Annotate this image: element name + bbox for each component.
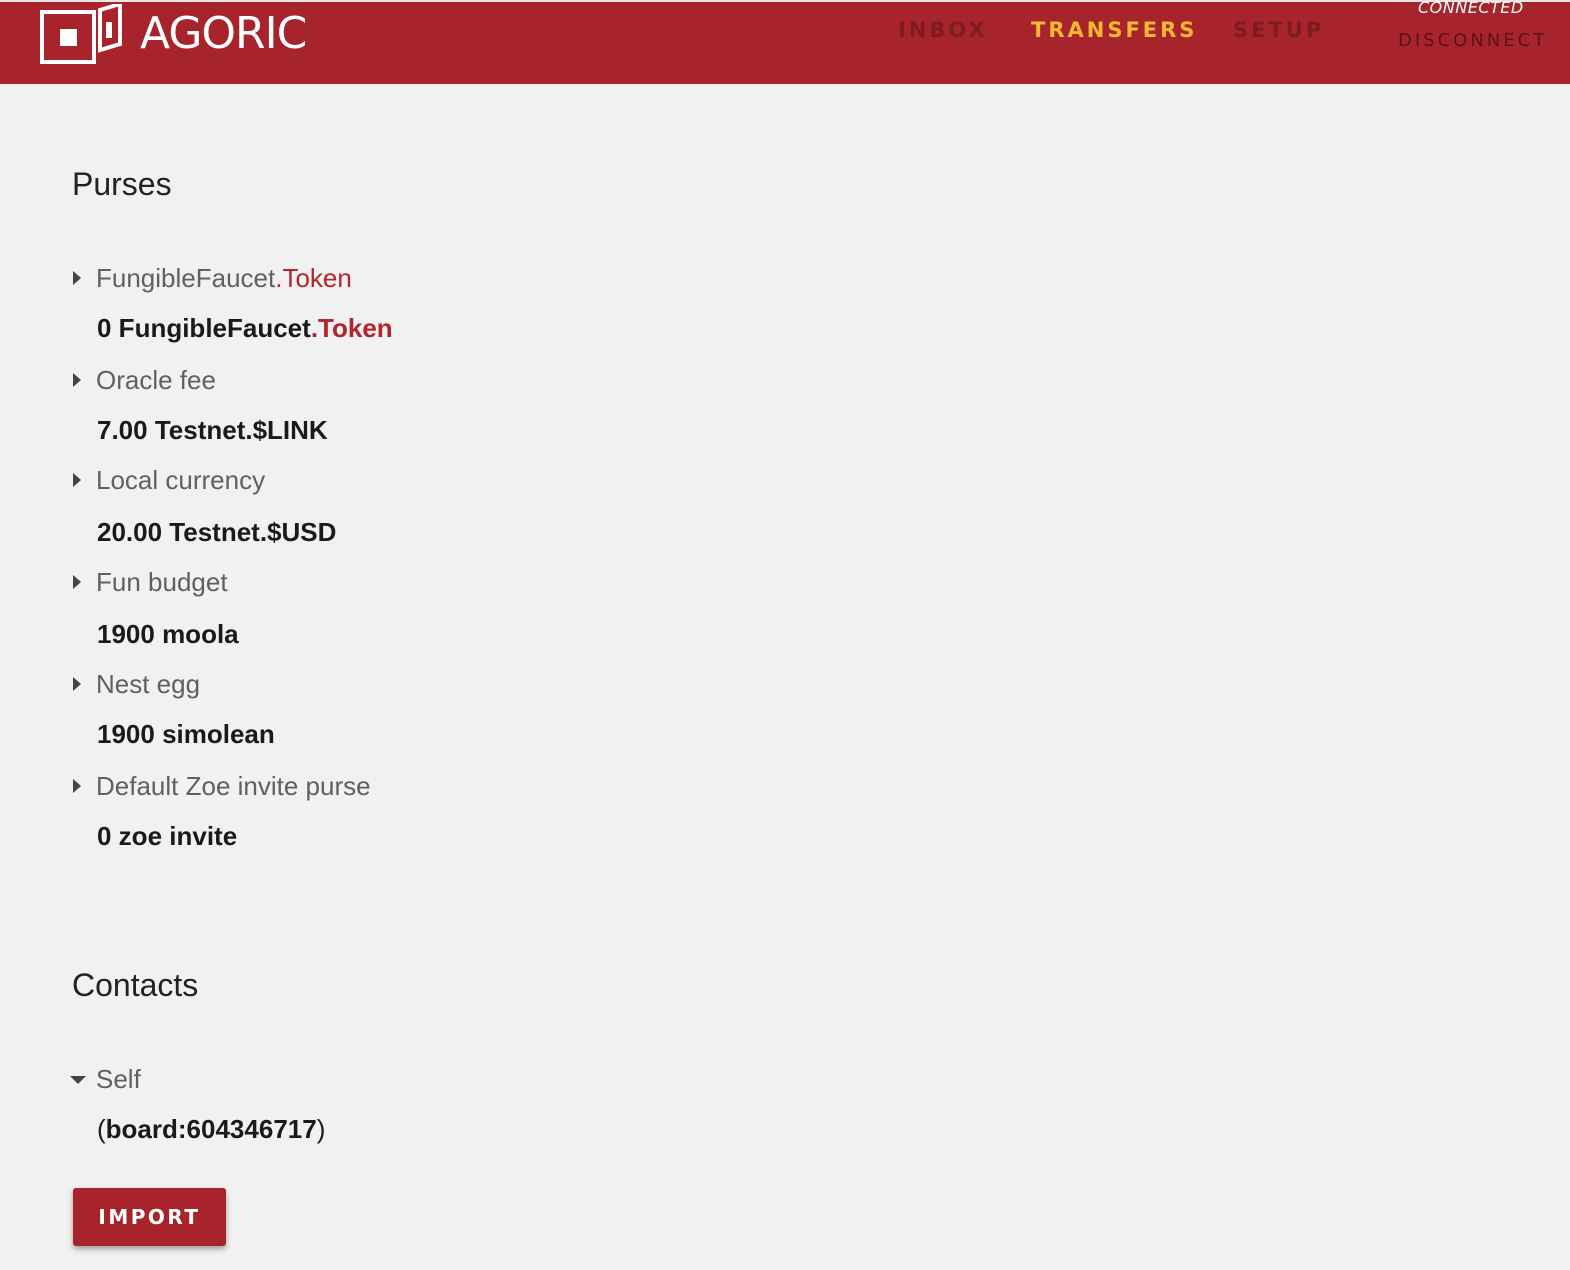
purse-item-nest-egg[interactable]: Nest egg (70, 669, 200, 699)
nav-inbox[interactable]: INBOX (898, 16, 988, 44)
caret-right-icon[interactable] (70, 671, 96, 697)
purse-label: Fun budget (96, 567, 228, 597)
brand-logo[interactable]: AGORIC (40, 4, 307, 64)
purse-balance: 1900 simolean (97, 719, 275, 749)
purse-label: FungibleFaucet.Token (96, 263, 352, 293)
purse-balance: 1900 moola (97, 619, 239, 649)
purse-label: Default Zoe invite purse (96, 771, 371, 801)
app-header: AGORIC INBOX TRANSFERS SETUP CONNECTED D… (0, 0, 1570, 84)
agoric-logo-icon (40, 4, 128, 64)
caret-right-icon[interactable] (70, 569, 96, 595)
nav-transfers[interactable]: TRANSFERS (1031, 16, 1197, 44)
contact-board-id: (board:604346717) (97, 1114, 326, 1144)
purse-label: Nest egg (96, 669, 201, 699)
purse-item-local-currency[interactable]: Local currency (70, 465, 265, 495)
brand-name: AGORIC (140, 8, 307, 59)
purse-label: Oracle fee (96, 365, 216, 395)
contacts-heading: Contacts (72, 967, 199, 1003)
purse-balance: 0 FungibleFaucet.Token (97, 313, 393, 343)
purse-item-fun-budget[interactable]: Fun budget (70, 567, 228, 597)
purse-balance: 0 zoe invite (97, 821, 238, 851)
purse-balance: 20.00 Testnet.$USD (97, 517, 337, 547)
purses-heading: Purses (72, 166, 172, 202)
nav-setup[interactable]: SETUP (1233, 16, 1324, 44)
caret-right-icon[interactable] (70, 265, 96, 291)
purse-label: Local currency (96, 465, 266, 495)
connection-status: CONNECTED (1418, 0, 1524, 17)
import-button[interactable]: IMPORT (73, 1188, 226, 1246)
caret-right-icon[interactable] (70, 467, 96, 493)
disconnect-link[interactable]: DISCONNECT (1398, 30, 1547, 51)
purse-item-fungiblefaucet[interactable]: FungibleFaucet.Token (70, 263, 352, 293)
purse-item-default-zoe-invite[interactable]: Default Zoe invite purse (70, 771, 371, 801)
purse-balance: 7.00 Testnet.$LINK (97, 415, 328, 445)
contact-item-self[interactable]: Self (70, 1064, 141, 1094)
caret-right-icon[interactable] (70, 773, 96, 799)
contact-label: Self (96, 1064, 141, 1094)
caret-down-icon[interactable] (70, 1066, 96, 1092)
purse-item-oracle-fee[interactable]: Oracle fee (70, 365, 216, 395)
caret-right-icon[interactable] (70, 367, 96, 393)
